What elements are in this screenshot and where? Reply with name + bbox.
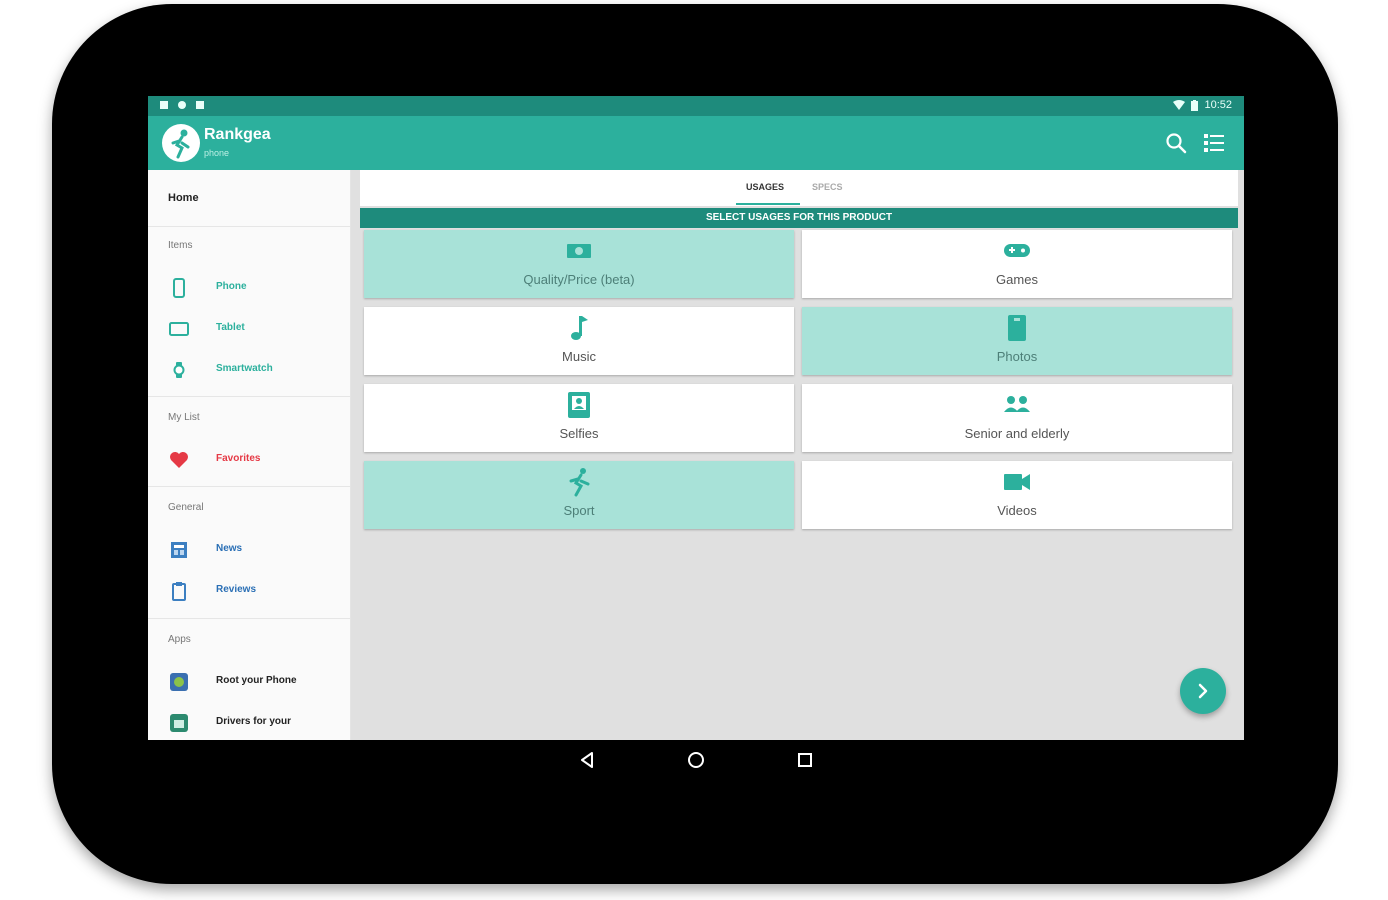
usage-card-photos[interactable]: Photos [802,307,1232,375]
drawer-item-label: Root your Phone [216,675,297,686]
usage-label: Photos [996,349,1038,364]
usage-label: Quality/Price (beta) [523,272,635,287]
system-icons: 10:52 [1173,99,1232,111]
usage-label: Games [996,272,1038,287]
app-brand: Rankgea [204,126,271,143]
section-general: General [168,502,204,513]
selfie-icon [568,392,590,418]
home-icon[interactable] [686,750,706,770]
usage-card-selfies[interactable]: Selfies [364,384,794,452]
usage-card-senior[interactable]: Senior and elderly [802,384,1232,452]
app-brand-subtitle: phone [204,148,230,158]
drawer-item-label: Reviews [216,584,257,595]
navigation-drawer: Home Items Phone Tablet Smartwatch My Li… [148,170,351,740]
drawer-home[interactable]: Home [168,192,199,204]
tablet-icon [169,322,189,336]
news-icon [171,542,187,558]
tab-usages[interactable]: USAGES [746,182,784,192]
usage-card-quality-price[interactable]: Quality/Price (beta) [364,230,794,298]
smartwatch-icon [173,362,185,378]
status-bar: 10:52 [148,96,1244,116]
music-note-icon [571,316,588,340]
section-my-list: My List [168,412,200,423]
drawer-item-label: Tablet [216,322,245,333]
drawer-divider [148,486,350,487]
drawer-divider [148,618,350,619]
usage-label: Selfies [559,426,599,441]
usage-card-games[interactable]: Games [802,230,1232,298]
drawer-item-root-your-phone[interactable]: Root your Phone [148,664,350,698]
drawer-item-tablet[interactable]: Tablet [148,311,350,345]
root-app-icon [170,673,188,691]
usage-label: Sport [563,503,595,518]
drawer-item-news[interactable]: News [148,532,350,566]
drawer-item-favorites[interactable]: Favorites [148,442,350,476]
heart-icon [170,452,188,468]
gamepad-icon [1004,244,1030,257]
system-nav-bar [148,740,1244,780]
wifi-icon [1173,100,1186,110]
video-camera-icon [1004,474,1030,490]
tab-specs[interactable]: SPECS [812,182,843,192]
notification-dot-icon [178,101,186,109]
photo-icon [1008,315,1026,341]
drawer-divider [148,226,350,227]
drawer-item-label: Smartwatch [216,363,273,374]
reviews-icon [172,582,186,601]
usage-card-sport[interactable]: Sport [364,461,794,529]
drawer-item-label: Drivers for your [216,716,292,727]
drawer-item-reviews[interactable]: Reviews [148,573,350,607]
next-fab-button[interactable] [1180,668,1226,714]
main-content: USAGES SPECS SELECT USAGES FOR THIS PROD… [360,170,1238,740]
app-screen: 10:52 Rankgea phone Home Items Phone Tab… [148,96,1244,740]
battery-icon [1191,99,1199,111]
usage-label: Senior and elderly [964,426,1070,441]
phone-icon [173,278,185,298]
usage-card-music[interactable]: Music [364,307,794,375]
drawer-item-drivers[interactable]: Drivers for your [148,705,350,739]
section-apps: Apps [168,634,191,645]
usage-label: Music [562,349,596,364]
recents-icon[interactable] [795,750,815,770]
people-icon [1004,396,1030,412]
notification-icons [160,99,204,109]
drawer-item-label: News [216,543,243,554]
running-icon [569,468,590,497]
drawer-item-label: Favorites [216,453,261,464]
usages-header: SELECT USAGES FOR THIS PRODUCT [360,208,1238,228]
drawer-item-smartwatch[interactable]: Smartwatch [148,352,350,386]
list-view-icon[interactable] [1202,131,1226,155]
drawer-item-label: Phone [216,281,247,292]
chevron-right-icon [1198,683,1208,699]
notification-hash-icon [160,101,168,109]
app-logo[interactable] [162,124,200,162]
section-items: Items [168,240,193,251]
back-icon[interactable] [578,750,598,770]
money-icon [567,244,591,258]
app-bar: Rankgea phone [148,116,1244,170]
runner-logo-icon [171,129,190,159]
usage-card-videos[interactable]: Videos [802,461,1232,529]
drawer-divider [148,396,350,397]
drawer-item-phone[interactable]: Phone [148,270,350,304]
drivers-app-icon [170,714,188,732]
usage-label: Videos [997,503,1037,518]
tab-indicator [736,203,800,205]
status-time: 10:52 [1204,99,1232,111]
notification-sdcard-icon [196,101,204,109]
search-icon[interactable] [1164,131,1188,155]
tab-bar: USAGES SPECS [360,170,1238,206]
